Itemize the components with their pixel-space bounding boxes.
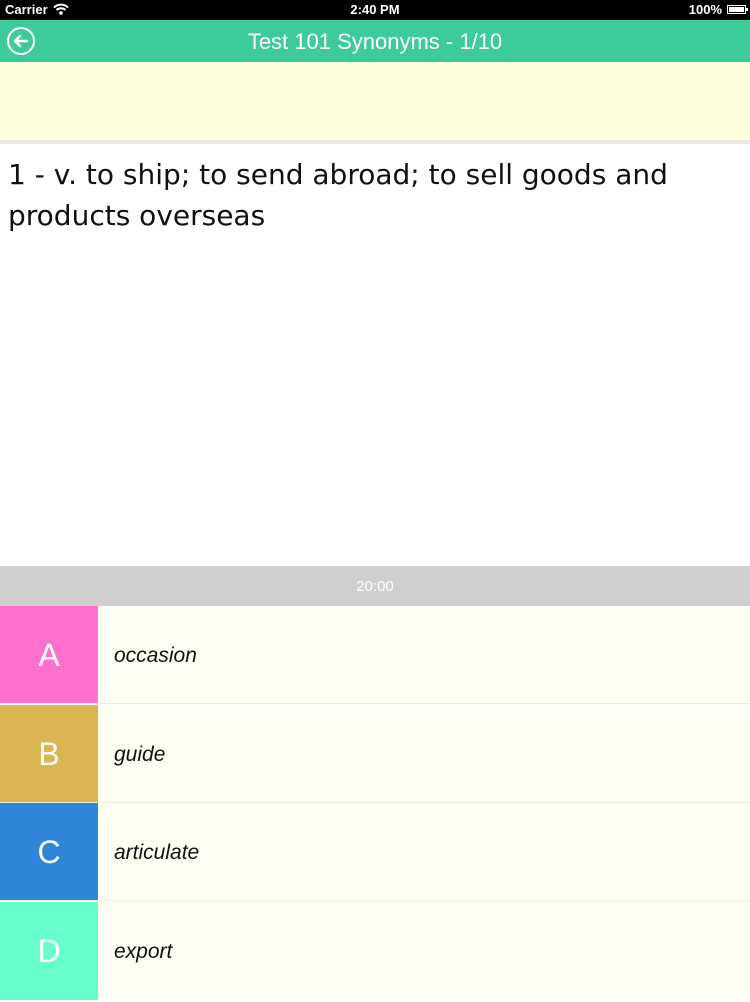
battery-icon — [727, 5, 748, 14]
page-title: Test 101 Synonyms - 1/10 — [247, 29, 503, 54]
answer-label: export — [114, 940, 173, 963]
answer-letter: B — [0, 705, 98, 802]
answer-letter: A — [0, 606, 98, 703]
question-panel: 1 - v. to ship; to send abroad; to sell … — [0, 144, 750, 566]
answer-label: occasion — [114, 644, 197, 667]
answer-letter: D — [0, 902, 98, 1000]
clock: 2:40 PM — [350, 2, 400, 17]
battery-percent: 100% — [688, 2, 722, 17]
question-text: 1 - v. to ship; to send abroad; to sell … — [8, 158, 668, 232]
banner-area — [0, 62, 750, 140]
answer-label: guide — [114, 743, 166, 766]
answer-option-c[interactable]: C articulate — [0, 803, 750, 901]
answer-option-a[interactable]: A occasion — [0, 606, 750, 704]
nav-bar: Test 101 Synonyms - 1/10 — [0, 20, 750, 62]
timer: 20:00 — [0, 566, 750, 606]
answer-letter: C — [0, 803, 98, 900]
answer-label: articulate — [114, 841, 200, 864]
answer-option-b[interactable]: B guide — [0, 705, 750, 803]
answer-option-d[interactable]: D export — [0, 902, 750, 1000]
status-bar: Carrier 2:40 PM 100% — [0, 0, 750, 20]
